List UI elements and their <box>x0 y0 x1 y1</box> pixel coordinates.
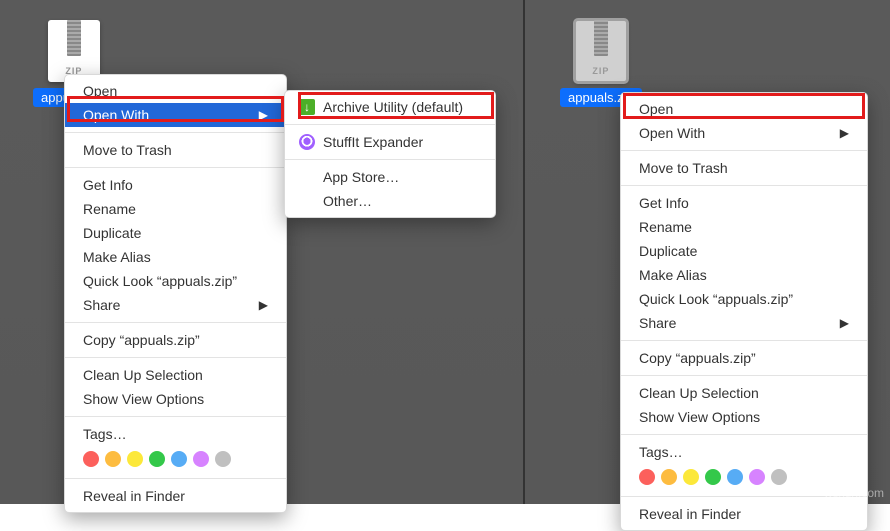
menu-open-with[interactable]: Open With ▶ <box>621 121 867 145</box>
menu-quick-look[interactable]: Quick Look “appuals.zip” <box>621 287 867 311</box>
context-menu: Open Open With ▶ Move to Trash Get Info … <box>620 92 868 531</box>
menu-view-options[interactable]: Show View Options <box>621 405 867 429</box>
archive-utility-icon: ↓ <box>299 99 315 115</box>
tag-yellow[interactable] <box>127 451 143 467</box>
submenu-other[interactable]: Other… <box>285 189 495 213</box>
tag-orange[interactable] <box>661 469 677 485</box>
menu-tags[interactable]: Tags… <box>65 422 286 446</box>
menu-tags[interactable]: Tags… <box>621 440 867 464</box>
menu-view-options[interactable]: Show View Options <box>65 387 286 411</box>
tag-blue[interactable] <box>171 451 187 467</box>
tag-yellow[interactable] <box>683 469 699 485</box>
submenu-app-store-label: App Store… <box>323 168 399 186</box>
menu-trash[interactable]: Move to Trash <box>65 138 286 162</box>
menu-separator <box>285 124 495 125</box>
submenu-stuffit[interactable]: StuffIt Expander <box>285 130 495 154</box>
menu-separator <box>65 357 286 358</box>
chevron-right-icon: ▶ <box>259 296 268 314</box>
menu-separator <box>65 478 286 479</box>
chevron-right-icon: ▶ <box>259 106 268 124</box>
submenu-archive-label: Archive Utility (default) <box>323 98 463 116</box>
menu-quick-look[interactable]: Quick Look “appuals.zip” <box>65 269 286 293</box>
submenu-app-store[interactable]: App Store… <box>285 165 495 189</box>
zip-file-icon <box>575 20 627 82</box>
menu-separator <box>65 167 286 168</box>
menu-rename[interactable]: Rename <box>65 197 286 221</box>
menu-duplicate[interactable]: Duplicate <box>621 239 867 263</box>
menu-separator <box>285 159 495 160</box>
tag-green[interactable] <box>149 451 165 467</box>
menu-reveal-finder[interactable]: Reveal in Finder <box>621 502 867 526</box>
watermark: wsxdn.com <box>824 486 884 500</box>
menu-get-info[interactable]: Get Info <box>621 191 867 215</box>
tag-gray[interactable] <box>771 469 787 485</box>
zip-file-icon <box>48 20 100 82</box>
menu-copy[interactable]: Copy “appuals.zip” <box>65 328 286 352</box>
tag-red[interactable] <box>639 469 655 485</box>
submenu-archive-utility[interactable]: ↓ Archive Utility (default) <box>285 95 495 119</box>
menu-open[interactable]: Open <box>621 97 867 121</box>
menu-copy[interactable]: Copy “appuals.zip” <box>621 346 867 370</box>
tag-gray[interactable] <box>215 451 231 467</box>
submenu-other-label: Other… <box>323 192 372 210</box>
menu-get-info[interactable]: Get Info <box>65 173 286 197</box>
tag-purple[interactable] <box>193 451 209 467</box>
chevron-right-icon: ▶ <box>840 124 849 142</box>
tag-colors-row <box>65 446 286 473</box>
menu-rename[interactable]: Rename <box>621 215 867 239</box>
menu-open-with[interactable]: Open With ▶ <box>65 103 286 127</box>
menu-separator <box>621 185 867 186</box>
menu-share-label: Share <box>83 296 120 314</box>
menu-duplicate[interactable]: Duplicate <box>65 221 286 245</box>
tag-orange[interactable] <box>105 451 121 467</box>
menu-cleanup[interactable]: Clean Up Selection <box>621 381 867 405</box>
tag-purple[interactable] <box>749 469 765 485</box>
stuffit-icon <box>299 134 315 150</box>
chevron-right-icon: ▶ <box>840 314 849 332</box>
menu-separator <box>621 150 867 151</box>
menu-separator <box>621 375 867 376</box>
menu-make-alias[interactable]: Make Alias <box>65 245 286 269</box>
menu-separator <box>65 132 286 133</box>
menu-reveal-finder[interactable]: Reveal in Finder <box>65 484 286 508</box>
menu-trash[interactable]: Move to Trash <box>621 156 867 180</box>
menu-share[interactable]: Share ▶ <box>65 293 286 317</box>
menu-separator <box>65 416 286 417</box>
desktop-right: appuals.zip Open Open With ▶ Move to Tra… <box>525 0 890 504</box>
menu-cleanup[interactable]: Clean Up Selection <box>65 363 286 387</box>
menu-open-with-label: Open With <box>83 106 149 124</box>
open-with-submenu: ↓ Archive Utility (default) StuffIt Expa… <box>284 90 496 218</box>
menu-make-alias[interactable]: Make Alias <box>621 263 867 287</box>
menu-separator <box>65 322 286 323</box>
desktop-left: appuals.zip Open Open With ▶ Move to Tra… <box>0 0 525 504</box>
menu-share-label: Share <box>639 314 676 332</box>
menu-open[interactable]: Open <box>65 79 286 103</box>
tag-green[interactable] <box>705 469 721 485</box>
menu-open-with-label: Open With <box>639 124 705 142</box>
submenu-stuffit-label: StuffIt Expander <box>323 133 423 151</box>
menu-share[interactable]: Share ▶ <box>621 311 867 335</box>
tag-blue[interactable] <box>727 469 743 485</box>
context-menu: Open Open With ▶ Move to Trash Get Info … <box>64 74 287 513</box>
tag-red[interactable] <box>83 451 99 467</box>
menu-separator <box>621 434 867 435</box>
menu-separator <box>621 340 867 341</box>
